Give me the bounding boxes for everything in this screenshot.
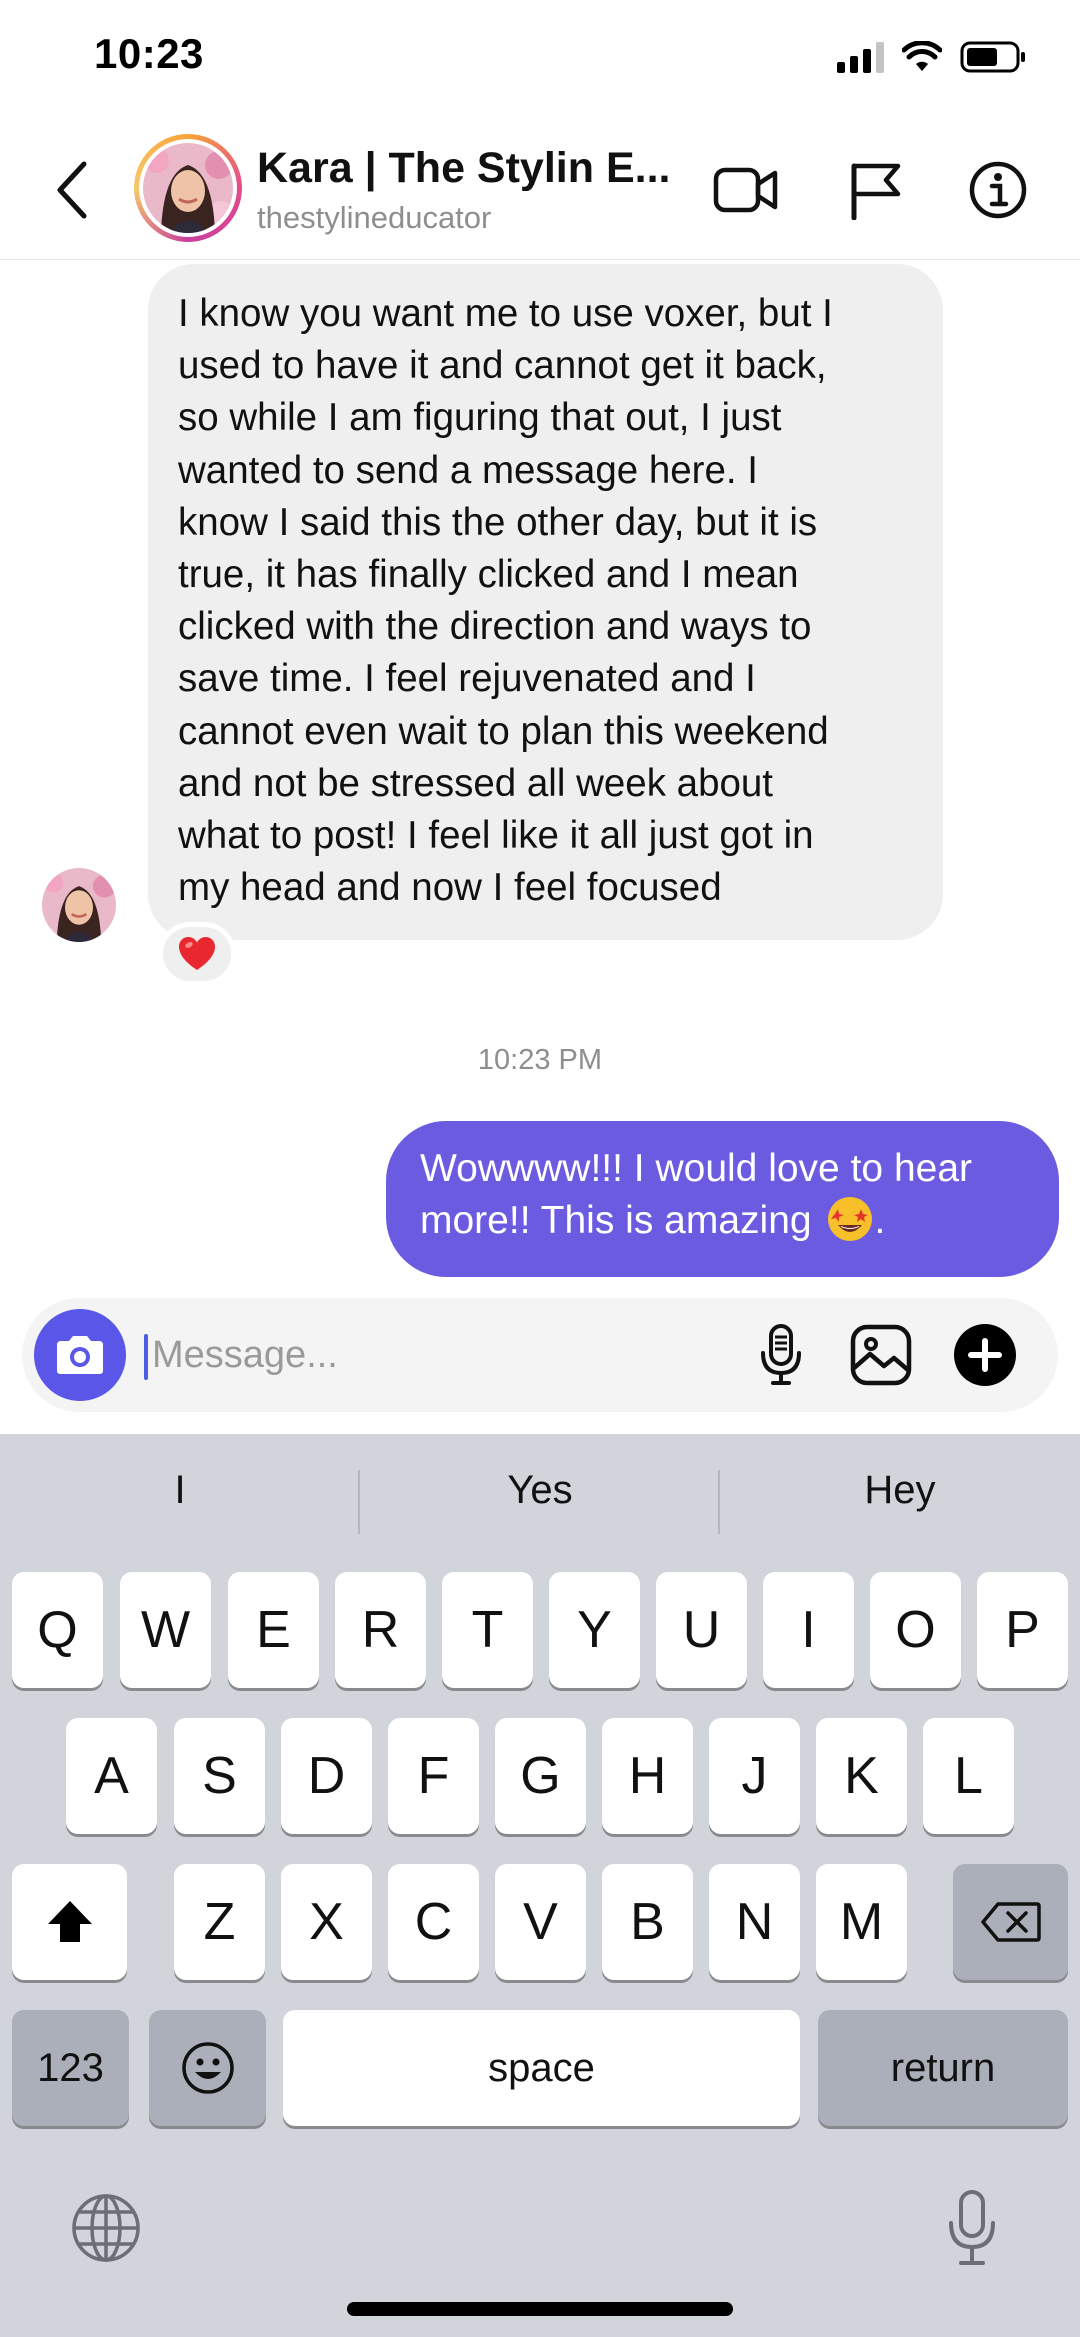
conversation-info-button[interactable] (958, 150, 1038, 230)
key-c[interactable]: C (388, 1864, 479, 1980)
key-s[interactable]: S (174, 1718, 265, 1834)
camera-button[interactable] (34, 1309, 126, 1401)
avatar-photo (143, 143, 233, 233)
shift-key[interactable] (12, 1864, 127, 1980)
key-z[interactable]: Z (174, 1864, 265, 1980)
key-j[interactable]: J (709, 1718, 800, 1834)
backspace-icon (980, 1902, 1041, 1942)
globe-button[interactable] (66, 2188, 146, 2268)
key-v[interactable]: V (495, 1864, 586, 1980)
incoming-message-text: I know you want me to use voxer, but I u… (178, 292, 833, 910)
backspace-key[interactable] (953, 1864, 1068, 1980)
contact-avatar[interactable] (134, 134, 242, 242)
cellular-signal-icon (837, 41, 884, 73)
outgoing-message-body: Wowwww!!! I would love to hear more!! Th… (420, 1147, 972, 1242)
status-time: 10:23 (94, 30, 204, 77)
message-timestamp: 10:23 PM (477, 1044, 603, 1076)
key-t[interactable]: T (442, 1572, 533, 1688)
outgoing-message-text: Wowwww!!! I would love to hear more!! Th… (420, 1143, 1025, 1247)
emoji-icon (181, 2042, 234, 2094)
predictive-bar: I Yes Hey (0, 1434, 1080, 1568)
key-r[interactable]: R (335, 1572, 426, 1688)
contact-name[interactable]: Kara | The Stylin E... (257, 144, 670, 193)
message-input[interactable] (148, 1320, 748, 1390)
keyboard: I Yes Hey Q W E R T Y U I O P A S D F G … (0, 1434, 1080, 2337)
camera-icon (57, 1336, 103, 1374)
globe-icon (72, 2194, 140, 2262)
info-icon (969, 161, 1027, 219)
star-struck-emoji-icon (828, 1197, 873, 1241)
dictation-icon (949, 2190, 995, 2265)
add-icon (954, 1324, 1016, 1386)
key-p[interactable]: P (977, 1572, 1068, 1688)
key-f[interactable]: F (388, 1718, 479, 1834)
heart-reaction[interactable] (158, 922, 236, 986)
report-flag-button[interactable] (836, 150, 916, 230)
key-k[interactable]: K (816, 1718, 907, 1834)
key-u[interactable]: U (656, 1572, 747, 1688)
status-icons (837, 40, 1028, 74)
chat-header: Kara | The Stylin E... thestylineducator (0, 120, 1080, 260)
shift-icon (47, 1901, 92, 1942)
return-key[interactable]: return (818, 2010, 1068, 2126)
key-i[interactable]: I (763, 1572, 854, 1688)
video-call-icon (713, 167, 778, 213)
gallery-icon (850, 1324, 912, 1386)
suggestion-3[interactable]: Hey (720, 1468, 1080, 1513)
home-indicator[interactable] (347, 2302, 733, 2316)
message-composer (22, 1298, 1058, 1412)
video-call-button[interactable] (706, 150, 786, 230)
suggestion-1[interactable]: I (0, 1468, 360, 1513)
dictation-button[interactable] (932, 2182, 1012, 2274)
key-e[interactable]: E (228, 1572, 319, 1688)
flag-icon (851, 163, 901, 220)
key-n[interactable]: N (709, 1864, 800, 1980)
key-a[interactable]: A (66, 1718, 157, 1834)
microphone-icon (761, 1324, 801, 1385)
key-d[interactable]: D (281, 1718, 372, 1834)
incoming-message-bubble[interactable]: I know you want me to use voxer, but I u… (148, 264, 943, 940)
back-chevron-icon (57, 161, 87, 219)
key-o[interactable]: O (870, 1572, 961, 1688)
outgoing-message-bubble[interactable]: Wowwww!!! I would love to hear more!! Th… (386, 1121, 1059, 1277)
heart-icon (179, 937, 215, 970)
key-q[interactable]: Q (12, 1572, 103, 1688)
key-b[interactable]: B (602, 1864, 693, 1980)
key-g[interactable]: G (495, 1718, 586, 1834)
key-w[interactable]: W (120, 1572, 211, 1688)
gallery-button[interactable] (844, 1318, 918, 1392)
back-button[interactable] (50, 158, 94, 222)
key-y[interactable]: Y (549, 1572, 640, 1688)
battery-icon (960, 41, 1025, 73)
sender-avatar[interactable] (42, 868, 116, 942)
key-l[interactable]: L (923, 1718, 1014, 1834)
space-key[interactable]: space (283, 2010, 800, 2126)
outgoing-message-end: . (874, 1199, 886, 1242)
emoji-key[interactable] (149, 2010, 266, 2126)
numbers-key[interactable]: 123 (12, 2010, 129, 2126)
more-options-button[interactable] (948, 1318, 1022, 1392)
status-bar: 10:23 (0, 0, 1080, 120)
contact-username: thestylineducator (257, 200, 492, 235)
key-h[interactable]: H (602, 1718, 693, 1834)
suggestion-2[interactable]: Yes (360, 1468, 720, 1513)
key-m[interactable]: M (816, 1864, 907, 1980)
voice-message-button[interactable] (744, 1318, 818, 1392)
wifi-icon (902, 41, 942, 71)
avatar-photo (42, 868, 116, 942)
key-x[interactable]: X (281, 1864, 372, 1980)
